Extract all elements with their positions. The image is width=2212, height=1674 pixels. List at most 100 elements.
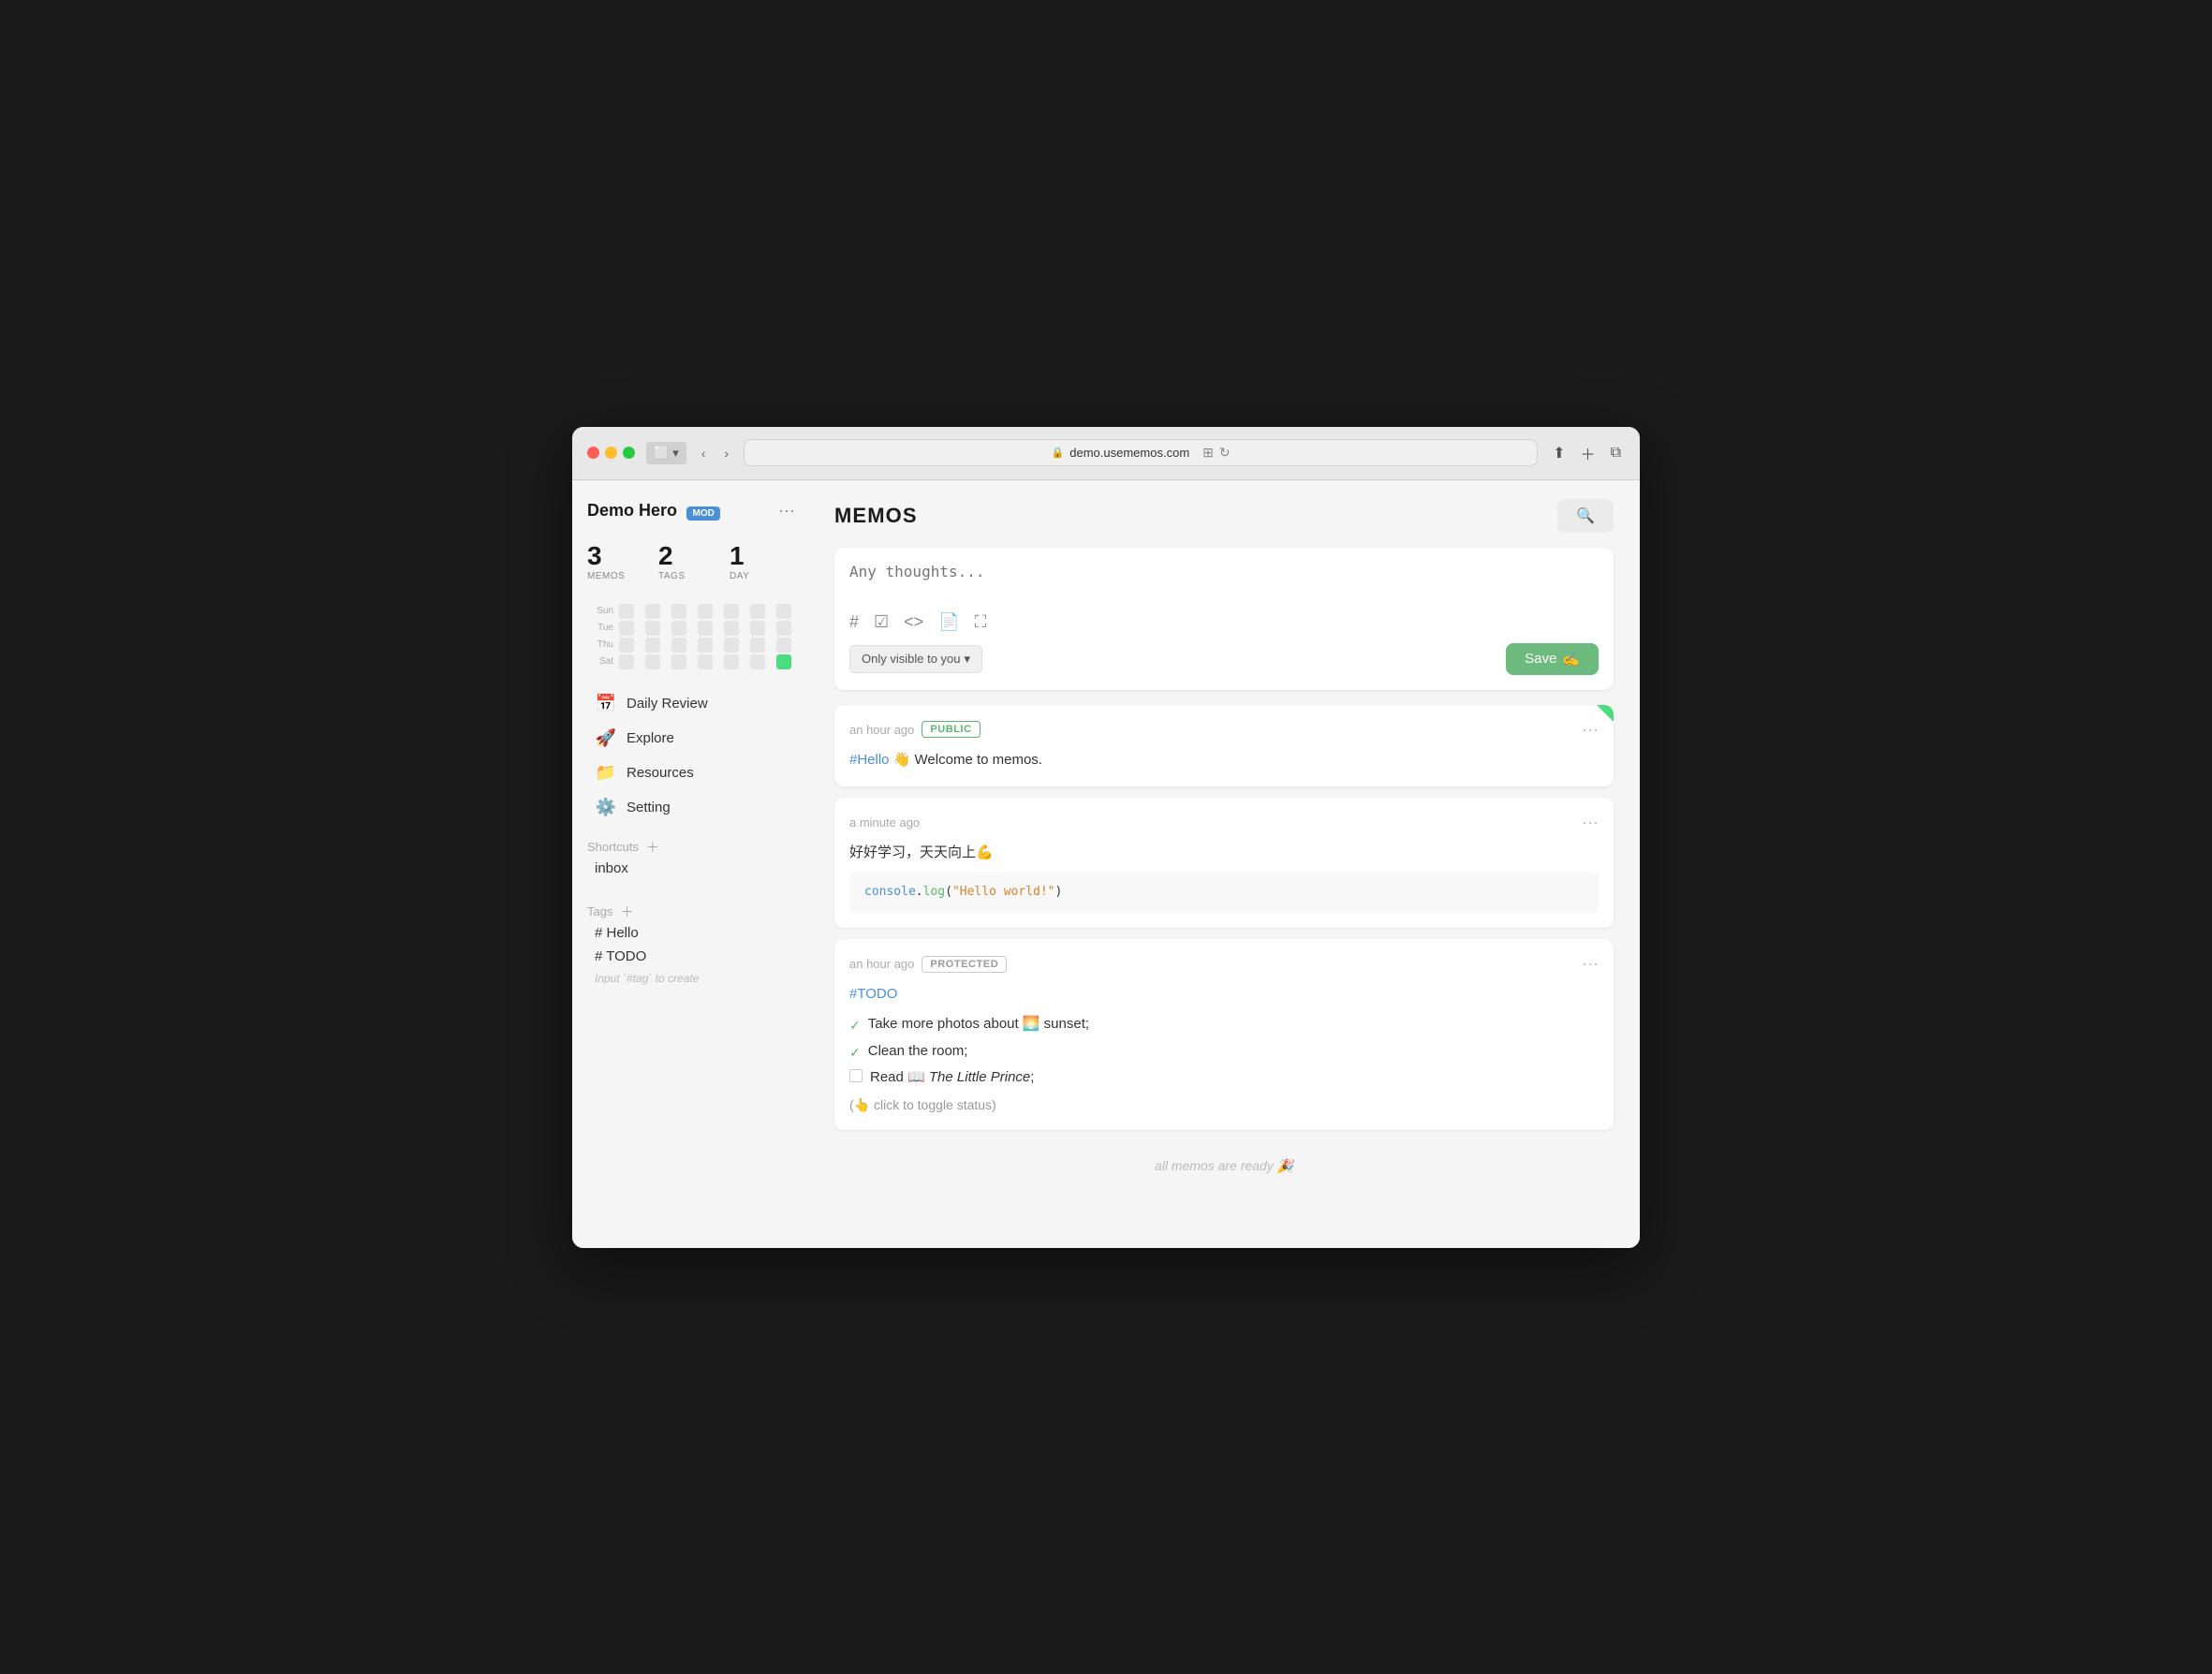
chevron-down-icon: ▾	[965, 652, 971, 667]
browser-window: ⬜ ▾ ‹ › 🔒 demo.usememos.com ⊞ ↻ ⬆ ＋ ⧉ De…	[572, 427, 1640, 1248]
add-tag-button[interactable]: ＋	[618, 903, 635, 921]
cal-cell[interactable]	[776, 638, 791, 653]
visibility-selector[interactable]: Only visible to you ▾	[849, 645, 982, 673]
shortcuts-label: Shortcuts	[587, 840, 639, 854]
add-shortcut-button[interactable]: ＋	[644, 838, 661, 857]
close-button[interactable]	[587, 447, 599, 459]
sidebar-toggle-icon: ⬜	[654, 446, 669, 461]
sidebar: Demo Hero MOD ··· 3 MEMOS 2 TAGS 1 DAY	[572, 480, 816, 1248]
tag-item-hello[interactable]: # Hello	[587, 921, 801, 945]
cal-cell[interactable]	[776, 621, 791, 636]
visibility-label: Only visible to you	[862, 652, 961, 666]
cal-cell[interactable]	[724, 604, 739, 619]
check-icon: ✓	[849, 1015, 861, 1035]
code-paren-close: )	[1055, 885, 1063, 899]
page-title: MEMOS	[834, 504, 918, 528]
todo-item-book[interactable]: Read 📖 The Little Prince;	[849, 1066, 1599, 1089]
cal-cell[interactable]	[619, 654, 634, 669]
nav-item-resources[interactable]: 📁 Resources	[587, 757, 801, 788]
memo-content: #Hello 👋 Welcome to memos.	[849, 749, 1599, 771]
cal-cell[interactable]	[645, 604, 660, 619]
cal-cell[interactable]	[619, 638, 634, 653]
memo-more-button[interactable]: ···	[1582, 954, 1599, 974]
memo-text: 👋 Welcome to memos.	[890, 752, 1042, 768]
mod-badge: MOD	[686, 507, 719, 521]
reload-icon[interactable]: ↻	[1219, 445, 1231, 461]
new-tab-button[interactable]: ＋	[1577, 438, 1600, 468]
memos-label: MEMOS	[587, 571, 625, 581]
todo-hint: (👆 click to toggle status)	[849, 1094, 1599, 1115]
cal-cell[interactable]	[724, 621, 739, 636]
cal-cell[interactable]	[698, 621, 713, 636]
sidebar-header: Demo Hero MOD ···	[587, 499, 801, 522]
cal-cell[interactable]	[750, 654, 765, 669]
tabs-button[interactable]: ⧉	[1607, 441, 1625, 465]
minimize-button[interactable]	[605, 447, 617, 459]
memo-more-button[interactable]: ···	[1582, 720, 1599, 740]
tag-item-todo[interactable]: # TODO	[587, 945, 801, 968]
save-button[interactable]: Save ✍️	[1506, 643, 1599, 675]
cal-cell[interactable]	[750, 638, 765, 653]
cal-cell[interactable]	[724, 638, 739, 653]
user-info: Demo Hero MOD	[587, 501, 720, 521]
nav-item-setting[interactable]: ⚙️ Setting	[587, 792, 801, 823]
cal-cell[interactable]	[724, 654, 739, 669]
shortcut-item-inbox[interactable]: inbox	[587, 857, 801, 880]
maximize-button[interactable]	[623, 447, 635, 459]
memo-meta: a minute ago	[849, 815, 920, 830]
code-tool-button[interactable]: <>	[904, 612, 923, 632]
todo-item-photos[interactable]: ✓ Take more photos about 🌅 sunset;	[849, 1013, 1599, 1035]
compose-input[interactable]	[849, 563, 1599, 600]
cal-cell[interactable]	[698, 638, 713, 653]
doc-tool-button[interactable]: 📄	[938, 612, 959, 632]
check-icon: ✓	[849, 1042, 861, 1063]
cal-cell[interactable]	[698, 654, 713, 669]
compose-footer: Only visible to you ▾ Save ✍️	[849, 643, 1599, 675]
memo-more-button[interactable]: ···	[1582, 813, 1599, 832]
address-bar[interactable]: 🔒 demo.usememos.com ⊞ ↻	[744, 439, 1538, 466]
lock-icon: 🔒	[1052, 447, 1065, 459]
forward-button[interactable]: ›	[720, 442, 732, 464]
setting-icon: ⚙️	[595, 798, 617, 817]
memo-time: an hour ago	[849, 957, 914, 971]
cal-cell[interactable]	[671, 621, 686, 636]
app-body: Demo Hero MOD ··· 3 MEMOS 2 TAGS 1 DAY	[572, 480, 1640, 1248]
search-button[interactable]: 🔍	[1557, 499, 1614, 533]
cal-cell[interactable]	[671, 638, 686, 653]
day-label: DAY	[730, 571, 749, 581]
tag-tool-button[interactable]: #	[849, 612, 859, 632]
shortcuts-header: Shortcuts ＋	[587, 838, 801, 857]
todo-text: Take more photos about 🌅 sunset;	[868, 1013, 1089, 1035]
nav-item-daily-review[interactable]: 📅 Daily Review	[587, 688, 801, 719]
cal-cell[interactable]	[698, 604, 713, 619]
memo-time: a minute ago	[849, 815, 920, 830]
memos-stat: 3 MEMOS	[587, 541, 658, 581]
cal-cell[interactable]	[750, 621, 765, 636]
todo-tag-link[interactable]: #TODO	[849, 986, 897, 1002]
cal-cell[interactable]	[645, 621, 660, 636]
cal-cell[interactable]	[619, 621, 634, 636]
more-options-button[interactable]: ···	[773, 499, 801, 522]
expand-tool-button[interactable]: ⛶	[975, 612, 987, 632]
nav-item-explore[interactable]: 🚀 Explore	[587, 723, 801, 754]
cal-cell[interactable]	[671, 604, 686, 619]
cal-cell[interactable]	[645, 638, 660, 653]
back-button[interactable]: ‹	[698, 442, 710, 464]
sidebar-toggle-button[interactable]: ⬜ ▾	[646, 442, 686, 464]
cal-cell-active[interactable]	[776, 654, 791, 669]
tag-creation-hint: Input `#tag` to create	[587, 968, 801, 989]
share-button[interactable]: ⬆	[1549, 440, 1569, 466]
cal-cell[interactable]	[671, 654, 686, 669]
tags-label: Tags	[587, 904, 612, 918]
memo-card-hello: an hour ago PUBLIC ··· #Hello 👋 Welcome …	[834, 705, 1614, 786]
cal-cell[interactable]	[645, 654, 660, 669]
memo-content: #TODO ✓ Take more photos about 🌅 sunset;…	[849, 983, 1599, 1115]
day-count: 1	[730, 541, 745, 571]
todo-item-room[interactable]: ✓ Clean the room;	[849, 1040, 1599, 1063]
memo-meta: an hour ago PROTECTED	[849, 956, 1007, 973]
checkbox-tool-button[interactable]: ☑	[874, 612, 889, 632]
cal-cell[interactable]	[776, 604, 791, 619]
cal-cell[interactable]	[750, 604, 765, 619]
memo-tag-link[interactable]: #Hello	[849, 752, 890, 768]
cal-cell[interactable]	[619, 604, 634, 619]
